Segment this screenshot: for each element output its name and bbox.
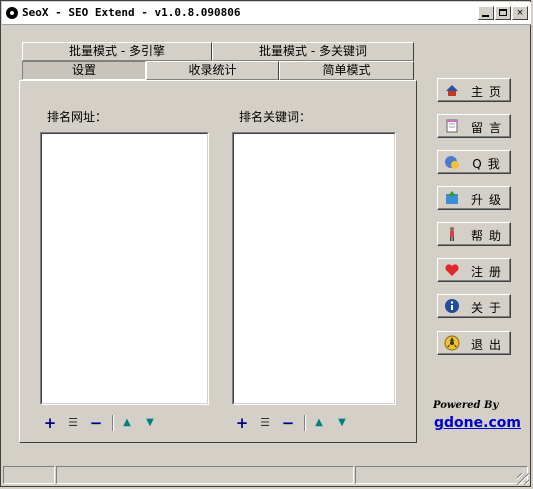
help-figure-icon — [450, 227, 454, 241]
add-url-icon[interactable]: + — [43, 416, 57, 431]
remove-keyword-icon[interactable]: − — [281, 416, 295, 431]
tab-simple-mode[interactable]: 简单模式 — [279, 61, 414, 80]
maximize-button[interactable] — [495, 6, 511, 20]
upgrade-label: 升级 — [470, 193, 507, 207]
upgrade-button[interactable]: 升级 — [437, 186, 511, 210]
move-down-keyword-icon[interactable]: ▼ — [335, 416, 349, 430]
list-url-icon[interactable]: ☰ — [66, 416, 80, 430]
qq-button[interactable]: Q我 — [437, 150, 511, 174]
upgrade-icon — [446, 191, 458, 204]
move-up-url-icon[interactable]: ▲ — [120, 416, 134, 430]
register-label: 注册 — [470, 265, 507, 279]
list-keyword-icon[interactable]: ☰ — [258, 416, 272, 430]
tab-label: 批量模式 - 多引擎 — [69, 44, 165, 58]
move-up-keyword-icon[interactable]: ▲ — [312, 416, 326, 430]
notepad-icon — [446, 119, 458, 133]
status-bar — [3, 466, 530, 486]
ranking-keyword-label: 排名关键词： — [239, 110, 312, 124]
tab-label: 收录统计 — [188, 63, 237, 77]
app-icon — [6, 7, 18, 19]
register-button[interactable]: 注册 — [437, 258, 511, 282]
heart-icon — [445, 264, 459, 276]
close-button[interactable]: × — [512, 6, 528, 20]
home-label: 主页 — [470, 85, 507, 99]
exit-button[interactable]: 退出 — [437, 331, 511, 355]
tab-batch-multi-keyword[interactable]: 批量模式 - 多关键词 — [212, 42, 414, 61]
tab-index-stats[interactable]: 收录统计 — [146, 61, 279, 80]
title-bar[interactable]: SeoX - SEO Extend - v1.0.8.090806 × — [2, 2, 531, 25]
home-icon — [446, 85, 458, 96]
powered-by-label: Powered By — [433, 400, 499, 411]
window-title: SeoX - SEO Extend - v1.0.8.090806 — [22, 6, 241, 19]
tab-label: 批量模式 - 多关键词 — [259, 44, 367, 58]
remove-url-icon[interactable]: − — [89, 416, 103, 431]
keyword-listbox[interactable] — [232, 132, 396, 405]
tab-settings[interactable]: 设置 — [22, 61, 146, 80]
about-button[interactable]: 关于 — [437, 294, 511, 318]
status-cell — [56, 466, 354, 484]
tab-batch-multi-engine[interactable]: 批量模式 - 多引擎 — [22, 42, 212, 61]
help-label: 帮助 — [470, 229, 507, 243]
message-label: 留言 — [470, 121, 507, 135]
exit-icon — [444, 335, 460, 351]
exit-label: 退出 — [470, 338, 507, 352]
message-button[interactable]: 留言 — [437, 114, 511, 138]
toolbar-separator — [112, 415, 114, 431]
move-down-url-icon[interactable]: ▼ — [143, 416, 157, 430]
add-keyword-icon[interactable]: + — [235, 416, 249, 431]
toolbar-separator — [304, 415, 306, 431]
tab-label: 简单模式 — [322, 63, 371, 77]
help-button[interactable]: 帮助 — [437, 222, 511, 246]
main-window: SeoX - SEO Extend - v1.0.8.090806 × 批量模式… — [0, 0, 531, 487]
status-cell — [355, 466, 528, 484]
url-listbox[interactable] — [40, 132, 209, 405]
about-label: 关于 — [470, 301, 507, 315]
qq-chat-icon — [445, 156, 459, 169]
info-icon — [445, 299, 459, 313]
status-cell — [3, 466, 55, 484]
minimize-button[interactable] — [478, 6, 494, 20]
site-link[interactable]: gdone.com — [434, 415, 521, 431]
home-button[interactable]: 主页 — [437, 78, 511, 102]
ranking-url-label: 排名网址： — [47, 110, 108, 124]
qq-label: Q我 — [472, 157, 506, 171]
tab-label: 设置 — [71, 63, 96, 77]
resize-grip[interactable] — [517, 473, 529, 485]
